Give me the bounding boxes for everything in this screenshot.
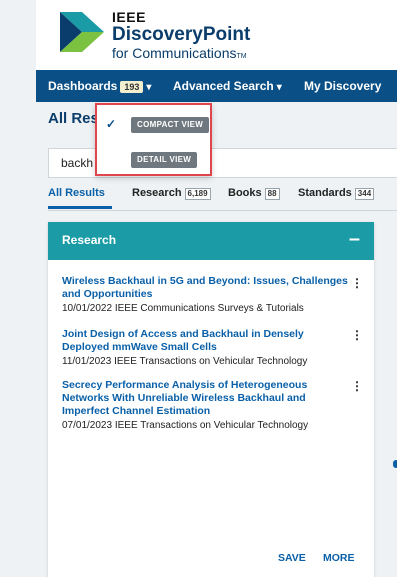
list-item: Secrecy Performance Analysis of Heteroge… — [62, 379, 352, 431]
main-nav: Dashboards 193 ▾ Advanced Search ▾ My Disco… — [36, 70, 397, 102]
collapse-icon[interactable]: – — [349, 228, 360, 251]
save-button[interactable]: SAVE — [278, 552, 306, 564]
tab-books[interactable]: Books 88 — [228, 187, 280, 200]
nav-my-discovery[interactable]: My Discovery — [304, 70, 381, 102]
page-title: All Res — [48, 110, 99, 127]
result-title-link[interactable]: Joint Design of Access and Backhaul in D… — [62, 328, 352, 354]
chevron-down-icon: ▾ — [146, 82, 152, 93]
detail-view-option[interactable]: DETAIL VIEW — [131, 152, 198, 168]
dashboards-count-badge: 193 — [120, 81, 144, 93]
trademark: TM — [236, 53, 247, 60]
more-button[interactable]: MORE — [323, 552, 355, 564]
discoverypoint-logo-icon — [60, 12, 104, 52]
card-title: Research — [62, 233, 117, 247]
compact-view-option[interactable]: COMPACT VIEW — [131, 117, 210, 133]
brand-wordmark: IEEE DiscoveryPoint for CommunicationsTM — [112, 10, 250, 60]
list-item: Wireless Backhaul in 5G and Beyond: Issu… — [62, 275, 352, 314]
nav-advanced-search[interactable]: Advanced Search ▾ — [173, 70, 282, 102]
chevron-down-icon: ▾ — [276, 82, 282, 93]
view-mode-dropdown: ✓ COMPACT VIEW DETAIL VIEW — [95, 103, 212, 176]
more-options-icon[interactable]: ⋮ — [351, 379, 363, 393]
scroll-indicator[interactable] — [393, 460, 397, 468]
app-header: IEEE DiscoveryPoint for CommunicationsTM — [36, 0, 397, 70]
more-options-icon[interactable]: ⋮ — [351, 328, 363, 342]
result-tabs: All Results Research 6,189 Books 88 Standa… — [48, 182, 397, 211]
tab-count: 88 — [264, 188, 280, 200]
tab-count: 6,189 — [184, 188, 211, 200]
active-tab-indicator — [48, 206, 112, 209]
list-item: Joint Design of Access and Backhaul in D… — [62, 328, 352, 367]
result-meta: 10/01/2022 IEEE Communications Surveys &… — [62, 303, 304, 314]
more-options-icon[interactable]: ⋮ — [351, 276, 363, 290]
result-title-link[interactable]: Wireless Backhaul in 5G and Beyond: Issu… — [62, 275, 352, 301]
brand-org: IEEE — [112, 9, 146, 25]
tab-count: 344 — [354, 188, 375, 200]
result-title-link[interactable]: Secrecy Performance Analysis of Heteroge… — [62, 379, 352, 418]
check-icon: ✓ — [106, 117, 117, 131]
brand-tagline: for CommunicationsTM — [112, 45, 247, 61]
results-page: All Res backh All Results Research 6,189 … — [36, 102, 397, 577]
result-meta: 07/01/2023 IEEE Transactions on Vehicula… — [62, 420, 309, 431]
search-value: backh — [61, 156, 94, 170]
brand-name: DiscoveryPoint — [112, 24, 251, 45]
tab-standards[interactable]: Standards 344 — [298, 187, 375, 200]
tab-all-results[interactable]: All Results — [48, 187, 105, 199]
card-header[interactable]: Research – — [48, 222, 374, 260]
nav-dashboards[interactable]: Dashboards 193 ▾ — [48, 70, 151, 102]
result-meta: 11/01/2023 IEEE Transactions on Vehicula… — [62, 356, 308, 367]
tab-research[interactable]: Research 6,189 — [132, 187, 211, 200]
research-card: Research – Wireless Backhaul in 5G and B… — [48, 222, 374, 577]
